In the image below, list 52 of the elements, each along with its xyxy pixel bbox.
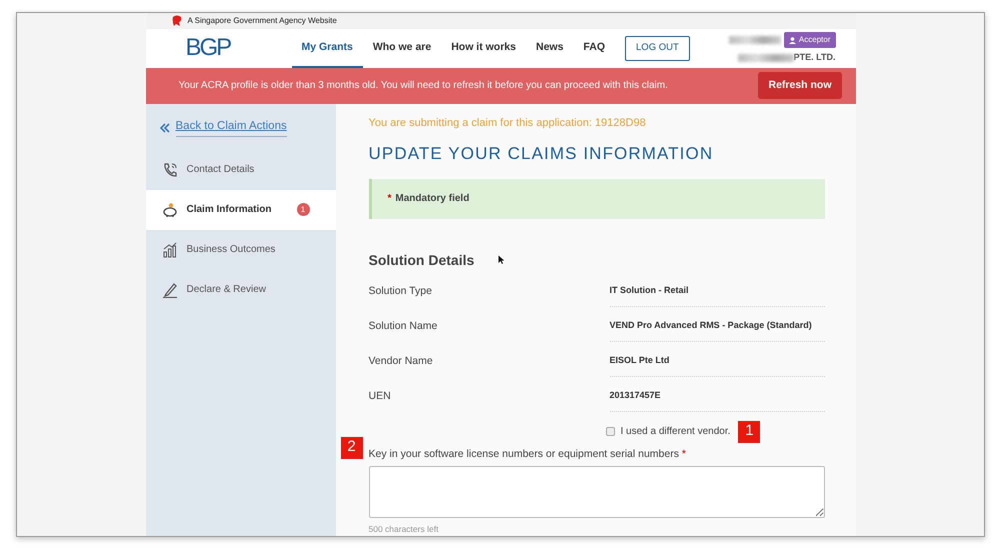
text-area[interactable] [368, 466, 824, 518]
alert-message: Your ACRA profile is older than 3 months old. You will need to refresh it before you can proceed with this claim. [178, 79, 668, 94]
lion-head-icon [170, 15, 182, 28]
field-value: 201317457E [610, 384, 824, 412]
sidebar-label: Declare & Review [186, 283, 266, 297]
user-icon [788, 36, 796, 44]
checkbox[interactable] [606, 427, 614, 436]
field-label: Vendor Name [368, 354, 434, 368]
nav-link[interactable]: News [526, 29, 574, 68]
field-value: EISOL Pte Ltd [610, 350, 824, 376]
bar-chart-icon [162, 242, 178, 258]
redacted-company [738, 54, 794, 62]
logout-button[interactable]: LOG OUT [625, 36, 690, 61]
count-badge: 1 [296, 203, 310, 216]
double-chevron-icon [160, 122, 170, 132]
required-marker: * [682, 448, 686, 460]
sidebar-item[interactable]: Business Outcomes [146, 230, 336, 270]
company-name: PTE. LTD. [794, 51, 836, 64]
callout-marker: 1 [738, 420, 760, 442]
page-title: UPDATE YOUR CLAIMS INFORMATION [368, 143, 714, 165]
agency-text: A Singapore Government Agency Website [188, 15, 337, 28]
field-label: Solution Name [368, 318, 438, 334]
checkbox-label[interactable]: I used a different vendor. [620, 424, 730, 439]
role-badge: Acceptor [784, 32, 836, 48]
field-label: Key in your software license numbers or equipment serial numbers * [368, 446, 687, 462]
nav-link[interactable]: Who we are [362, 29, 442, 68]
refresh-button[interactable]: Refresh now [758, 72, 842, 100]
piggy-bank-icon [162, 202, 178, 218]
section-title: Solution Details [368, 250, 474, 270]
pen-icon [162, 282, 178, 298]
logo[interactable]: BGP [186, 30, 292, 66]
field-label: Solution Type [368, 284, 433, 298]
callout-marker: 2 [340, 436, 362, 458]
nav-link[interactable]: FAQ [573, 29, 616, 68]
redacted-name [729, 36, 782, 44]
sidebar-label: Contact Details [186, 163, 254, 177]
sidebar-item[interactable]: Claim Information 1 [146, 190, 336, 230]
phone-icon [162, 162, 178, 178]
field-value: IT Solution - Retail [610, 280, 824, 306]
mandatory-text: Mandatory field [395, 192, 470, 206]
field-label: UEN [368, 388, 392, 404]
field-value: VEND Pro Advanced RMS - Package (Standard) [610, 314, 824, 342]
application-notice: You are submitting a claim for this application: 19128D98 [368, 116, 647, 130]
back-link[interactable]: Back to Claim Actions [176, 118, 287, 137]
sidebar-item[interactable]: Declare & Review [146, 270, 336, 310]
characters-left: 500 characters left [368, 523, 440, 536]
nav-link[interactable]: How it works [441, 29, 526, 68]
required-marker: * [388, 192, 392, 206]
cursor-icon [498, 254, 506, 264]
sidebar-label: Business Outcomes [186, 243, 276, 257]
sidebar-label: Claim Information [186, 203, 272, 217]
sidebar-item[interactable]: Contact Details [146, 150, 336, 190]
